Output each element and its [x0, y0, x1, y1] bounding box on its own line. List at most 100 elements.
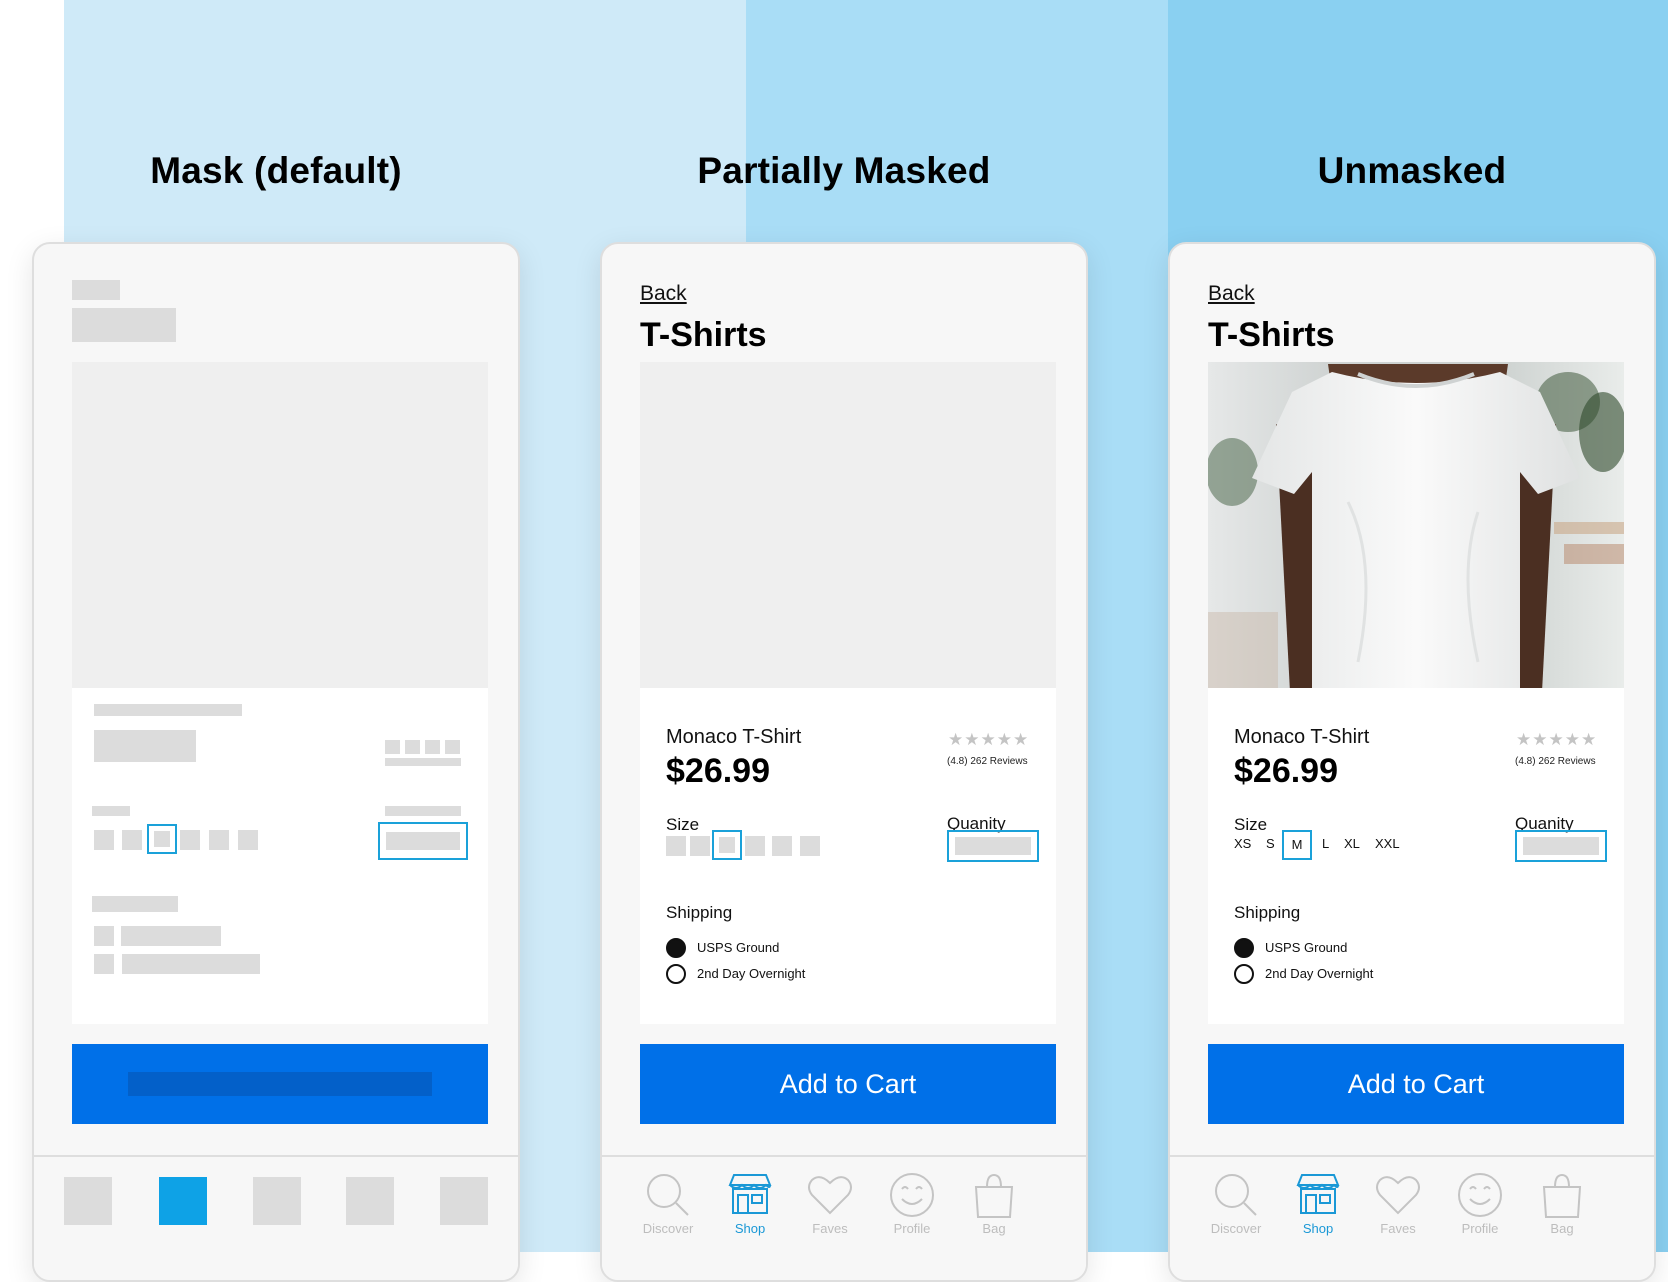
column-title-mask-default: Mask (default) — [150, 150, 402, 191]
size-options-masked — [666, 830, 906, 860]
masked-size-option[interactable] — [94, 830, 114, 850]
tab-faves-label: Faves — [812, 1221, 848, 1236]
rating-stars: ★★★★★ — [1516, 730, 1598, 749]
shipping-label: Shipping — [1234, 903, 1301, 922]
masked-size-option[interactable] — [690, 836, 710, 856]
masked-shipping-option-label — [121, 926, 221, 946]
masked-size-label — [92, 806, 130, 816]
storefront-icon — [1296, 1174, 1340, 1214]
size-options: XS S M L XL XXL — [1234, 830, 1474, 860]
tab-profile-label: Profile — [893, 1221, 931, 1236]
size-option-xl[interactable]: XL — [1344, 836, 1360, 851]
size-option-l[interactable]: L — [1322, 836, 1329, 851]
product-card: Monaco T-Shirt $26.99 ★★★★★ (4.8) 262 Re… — [640, 688, 1056, 1024]
phone-mockup-unmasked: Back T-Shirts Monaco T-Shirt $26.99 ★★★★… — [1168, 242, 1656, 1282]
tab-bag-label: Bag — [982, 1221, 1006, 1236]
tab-faves[interactable]: Faves — [790, 1171, 870, 1261]
size-option-xs[interactable]: XS — [1234, 836, 1251, 851]
tab-shop-label: Shop — [734, 1221, 766, 1236]
add-to-cart-button[interactable]: Add to Cart — [1208, 1044, 1624, 1124]
column-title-partially-masked: Partially Masked — [697, 150, 991, 191]
phone-mockup-masked — [32, 242, 520, 1282]
masked-shipping-radio[interactable] — [94, 926, 114, 946]
masked-shipping-label — [92, 896, 178, 912]
product-price: $26.99 — [666, 752, 770, 790]
tab-shop[interactable]: Shop — [710, 1171, 790, 1261]
masked-tab-bag[interactable] — [440, 1177, 488, 1225]
storefront-icon — [728, 1174, 772, 1214]
tab-profile[interactable]: Profile — [872, 1171, 952, 1261]
masked-size-option-selected[interactable] — [147, 824, 177, 854]
masked-product-image — [640, 362, 1056, 688]
masked-page-title — [72, 308, 176, 342]
tab-shop[interactable]: Shop — [1278, 1171, 1358, 1261]
size-option-xxl[interactable]: XXL — [1375, 836, 1400, 851]
column-title-unmasked: Unmasked — [1317, 150, 1507, 191]
tab-discover-label: Discover — [642, 1221, 694, 1236]
masked-star — [405, 740, 420, 754]
rating-stars: ★★★★★ — [948, 730, 1030, 749]
page-title: T-Shirts — [1208, 316, 1335, 354]
shipping-option-2nd-day: 2nd Day Overnight — [1265, 966, 1374, 981]
masked-product-name — [94, 704, 242, 716]
masked-size-option[interactable] — [238, 830, 258, 850]
masked-size-option[interactable] — [122, 830, 142, 850]
smiley-icon — [1458, 1173, 1502, 1217]
tshirt-photo — [1208, 362, 1624, 688]
tab-faves[interactable]: Faves — [1358, 1171, 1438, 1261]
masked-size-option[interactable] — [666, 836, 686, 856]
quantity-field-masked[interactable] — [947, 830, 1039, 862]
tab-bag[interactable]: Bag — [954, 1171, 1034, 1261]
tab-discover[interactable]: Discover — [628, 1171, 708, 1261]
tab-shop-label: Shop — [1302, 1221, 1334, 1236]
product-price: $26.99 — [1234, 752, 1338, 790]
shipping-radio-2nd-day[interactable] — [1234, 964, 1254, 984]
masked-product-card — [72, 688, 488, 1024]
masked-add-to-cart-button[interactable] — [72, 1044, 488, 1124]
rating-reviews[interactable]: (4.8) 262 Reviews — [1515, 756, 1596, 767]
shipping-radio-2nd-day[interactable] — [666, 964, 686, 984]
rating-reviews[interactable]: (4.8) 262 Reviews — [947, 756, 1028, 767]
masked-size-option[interactable] — [180, 830, 200, 850]
page-title: T-Shirts — [640, 316, 767, 354]
back-link[interactable]: Back — [640, 282, 687, 306]
masked-rating-text — [385, 758, 461, 766]
masked-size-option[interactable] — [745, 836, 765, 856]
masked-star — [425, 740, 440, 754]
masked-shipping-radio[interactable] — [94, 954, 114, 974]
masked-tab-discover[interactable] — [64, 1177, 112, 1225]
heart-icon — [808, 1176, 852, 1215]
shipping-radio-usps-ground[interactable] — [1234, 938, 1254, 958]
masked-size-option[interactable] — [209, 830, 229, 850]
masked-product-image — [72, 362, 488, 688]
masked-tab-shop-active[interactable] — [159, 1177, 207, 1225]
masked-back-link[interactable] — [72, 280, 120, 300]
masked-tab-profile[interactable] — [346, 1177, 394, 1225]
masked-quantity-label — [385, 806, 461, 816]
tab-profile-label: Profile — [1461, 1221, 1499, 1236]
smiley-icon — [890, 1173, 934, 1217]
magnifier-icon — [1215, 1174, 1257, 1216]
masked-tab-bar — [34, 1155, 518, 1280]
shopping-bag-icon — [1542, 1173, 1582, 1218]
size-option-m-selected[interactable]: M — [1282, 830, 1312, 860]
tab-bag[interactable]: Bag — [1522, 1171, 1602, 1261]
size-option-m-label: M — [1291, 837, 1303, 852]
shipping-radio-usps-ground[interactable] — [666, 938, 686, 958]
masked-star — [445, 740, 460, 754]
masked-size-option-selected[interactable] — [712, 830, 742, 860]
shopping-bag-icon — [974, 1173, 1014, 1218]
tab-discover[interactable]: Discover — [1196, 1171, 1276, 1261]
masked-shipping-option-label — [122, 954, 260, 974]
quantity-field-masked[interactable] — [1515, 830, 1607, 862]
product-name: Monaco T-Shirt — [1234, 726, 1370, 748]
back-link[interactable]: Back — [1208, 282, 1255, 306]
tab-bag-label: Bag — [1550, 1221, 1574, 1236]
masked-quantity-field[interactable] — [378, 822, 468, 860]
masked-tab-faves[interactable] — [253, 1177, 301, 1225]
size-option-s[interactable]: S — [1266, 836, 1275, 851]
masked-size-option[interactable] — [800, 836, 820, 856]
tab-profile[interactable]: Profile — [1440, 1171, 1520, 1261]
masked-size-option[interactable] — [772, 836, 792, 856]
add-to-cart-button[interactable]: Add to Cart — [640, 1044, 1056, 1124]
